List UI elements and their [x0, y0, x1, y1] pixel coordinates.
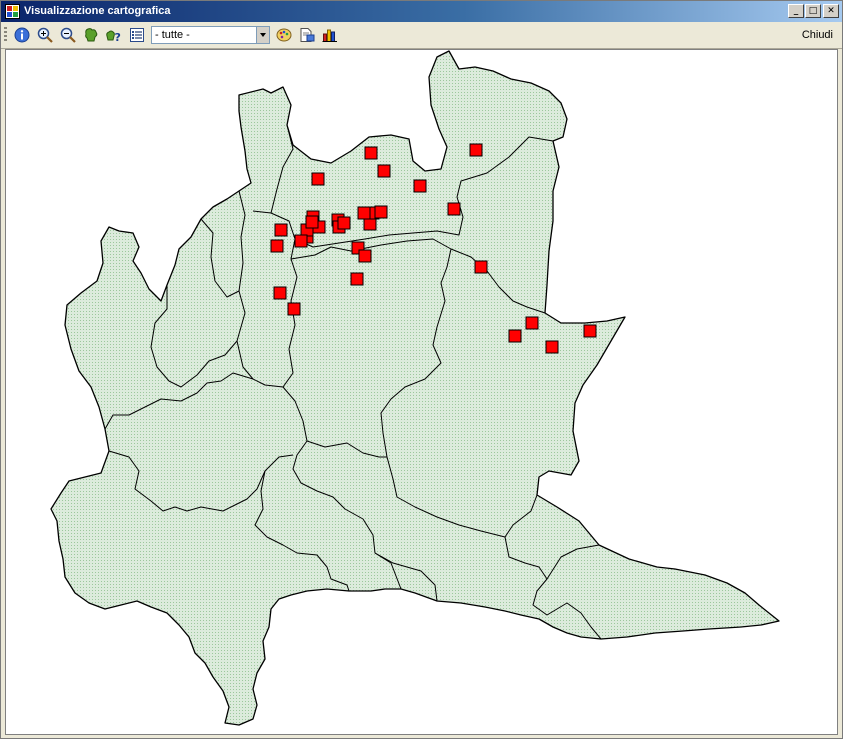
toolbar: ? - tutte - Chiudi — [1, 22, 842, 49]
map-marker[interactable] — [413, 179, 427, 193]
map-marker[interactable] — [287, 302, 301, 316]
window-title: Visualizzazione cartografica — [24, 5, 171, 17]
list-icon — [130, 28, 144, 42]
chevron-down-icon[interactable] — [256, 27, 269, 43]
map-marker[interactable] — [357, 206, 371, 220]
toolbar-grip[interactable] — [4, 27, 7, 43]
map-marker[interactable] — [274, 223, 288, 237]
title-bar[interactable]: Visualizzazione cartografica _ □ ✕ — [1, 1, 842, 22]
map-marker[interactable] — [270, 239, 284, 253]
map-marker[interactable] — [311, 172, 325, 186]
map-marker[interactable] — [474, 260, 488, 274]
region-map-outline — [50, 50, 780, 726]
map-marker[interactable] — [350, 272, 364, 286]
info-button[interactable] — [12, 25, 32, 45]
map-marker[interactable] — [469, 143, 483, 157]
filter-combo[interactable]: - tutte - — [151, 26, 270, 44]
map-panel[interactable] — [5, 49, 838, 735]
map-marker[interactable] — [358, 249, 372, 263]
palette-icon — [276, 28, 292, 42]
map-marker[interactable] — [337, 216, 351, 230]
export-button[interactable] — [297, 25, 317, 45]
map-marker[interactable] — [273, 286, 287, 300]
identify-button[interactable]: ? — [104, 25, 124, 45]
map-marker[interactable] — [377, 164, 391, 178]
chart-icon — [322, 29, 337, 42]
map-marker[interactable] — [374, 205, 388, 219]
map-marker[interactable] — [545, 340, 559, 354]
zoom-out-button[interactable] — [58, 25, 78, 45]
map-marker[interactable] — [447, 202, 461, 216]
map-marker[interactable] — [364, 146, 378, 160]
close-map-button[interactable]: Chiudi — [802, 29, 833, 41]
app-icon — [5, 4, 20, 19]
main-window: Visualizzazione cartografica _ □ ✕ ? - t… — [0, 0, 843, 739]
identify-icon: ? — [106, 30, 121, 43]
close-button[interactable]: ✕ — [823, 4, 839, 18]
zoom-in-icon — [37, 27, 53, 43]
map-marker[interactable] — [305, 215, 319, 229]
svg-text:?: ? — [115, 31, 121, 43]
map-marker[interactable] — [294, 234, 308, 248]
chart-button[interactable] — [320, 25, 340, 45]
pan-icon — [85, 28, 98, 42]
map-marker[interactable] — [525, 316, 539, 330]
pan-button[interactable] — [81, 25, 101, 45]
layers-button[interactable] — [127, 25, 147, 45]
zoom-out-icon — [60, 27, 76, 43]
zoom-in-button[interactable] — [35, 25, 55, 45]
map-marker[interactable] — [508, 329, 522, 343]
map-marker[interactable] — [583, 324, 597, 338]
palette-button[interactable] — [274, 25, 294, 45]
map-marker[interactable] — [363, 217, 377, 231]
export-icon — [300, 28, 315, 42]
info-icon — [14, 27, 30, 43]
map-canvas[interactable] — [5, 49, 838, 735]
minimize-button[interactable]: _ — [788, 4, 804, 18]
maximize-button[interactable]: □ — [805, 4, 821, 18]
filter-combo-value: - tutte - — [155, 29, 190, 41]
